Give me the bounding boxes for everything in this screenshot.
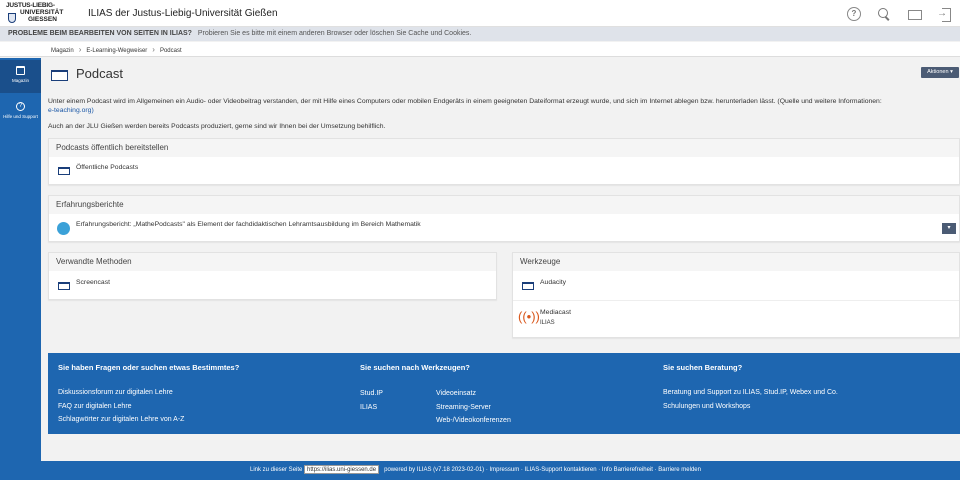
logo-line-1: JUSTUS-LIEBIG- bbox=[6, 2, 55, 9]
breadcrumb-item-current: Podcast bbox=[159, 48, 182, 54]
footer-links-b: Videoeinsatz Streaming-Server Web-/Video… bbox=[436, 387, 636, 428]
folder-icon bbox=[522, 282, 534, 290]
list-item-mediacast[interactable]: Mediacast bbox=[540, 309, 571, 316]
list-item-screencast[interactable]: Screencast bbox=[76, 279, 110, 286]
footer-heading: Sie suchen Beratung? bbox=[663, 363, 743, 372]
footer-link[interactable]: FAQ zur digitalen Lehre bbox=[58, 400, 348, 414]
footer-link[interactable]: Streaming-Server bbox=[436, 401, 636, 415]
divider bbox=[513, 300, 959, 301]
footer-link-accessibility[interactable]: Info Barrierefreiheit bbox=[602, 467, 653, 473]
screen-icon[interactable] bbox=[907, 7, 922, 21]
panel-reports: Erfahrungsberichte Erfahrungsbericht: „M… bbox=[48, 195, 960, 242]
footer-heading: Sie suchen nach Werkzeugen? bbox=[360, 363, 470, 372]
panel-related-methods: Verwandte Methoden Screencast bbox=[48, 252, 497, 300]
intro-text: Unter einem Podcast wird im Allgemeinen … bbox=[48, 98, 882, 105]
footer-column-questions: Sie haben Fragen oder suchen etwas Besti… bbox=[58, 353, 348, 427]
help-icon: ? bbox=[16, 102, 25, 111]
chevron-right-icon: › bbox=[78, 45, 82, 54]
breadcrumb-item-magazin[interactable]: Magazin bbox=[51, 48, 74, 54]
chevron-right-icon: › bbox=[152, 45, 155, 54]
e-teaching-link[interactable]: e-teaching.org) bbox=[48, 107, 94, 114]
footer-link[interactable]: Diskussionsforum zur digitalen Lehre bbox=[58, 386, 348, 400]
item-dropdown-button[interactable]: ▾ bbox=[942, 223, 956, 234]
mediacast-icon: ((•)) bbox=[518, 309, 540, 324]
sidebar-item-label: Hilfe und Support bbox=[3, 114, 38, 119]
site-title[interactable]: ILIAS der Justus-Liebig-Universität Gieß… bbox=[88, 8, 278, 19]
footer-link[interactable]: Schlagwörter zur digitalen Lehre von A-Z bbox=[58, 413, 348, 427]
university-logo[interactable]: JUSTUS-LIEBIG- UNIVERSITÄT GIESSEN bbox=[6, 2, 72, 24]
panel-title: Podcasts öffentlich bereitstellen bbox=[49, 139, 959, 157]
header-bar: JUSTUS-LIEBIG- UNIVERSITÄT GIESSEN ILIAS… bbox=[0, 0, 960, 27]
intro-paragraph-2: Auch an der JLU Gießen werden bereits Po… bbox=[48, 123, 386, 130]
actions-button[interactable]: Aktionen ▾ bbox=[921, 67, 959, 78]
page-title: Podcast bbox=[76, 66, 123, 81]
banner-text: Probieren Sie es bitte mit einem anderen… bbox=[197, 30, 472, 37]
bottom-bar: Link zu dieser Seite https://ilias.uni-g… bbox=[41, 461, 960, 480]
footer-link[interactable]: Videoeinsatz bbox=[436, 387, 636, 401]
list-item-public-podcasts[interactable]: Öffentliche Podcasts bbox=[76, 164, 138, 171]
list-item-mediacast-sub: ILIAS bbox=[540, 320, 555, 326]
sidebar-item-magazin[interactable]: Magazin bbox=[0, 60, 41, 93]
footer-link[interactable]: Web-/Videokonferenzen bbox=[436, 414, 636, 428]
globe-icon bbox=[57, 222, 70, 235]
footer-column-tools: Sie suchen nach Werkzeugen? Stud.IP ILIA… bbox=[360, 353, 650, 424]
footer-link[interactable]: ILIAS bbox=[360, 401, 420, 415]
panel-title: Erfahrungsberichte bbox=[49, 196, 959, 214]
calendar-folder-icon bbox=[58, 167, 70, 175]
list-item-report[interactable]: Erfahrungsbericht: „MathePodcasts" als E… bbox=[76, 221, 421, 228]
panel-tools: Werkzeuge Audacity ((•)) Mediacast ILIAS bbox=[512, 252, 960, 338]
intro-paragraph: Unter einem Podcast wird im Allgemeinen … bbox=[48, 97, 960, 115]
footer-link-report-barrier[interactable]: Barriere melden bbox=[658, 467, 701, 473]
list-item-audacity[interactable]: Audacity bbox=[540, 279, 566, 286]
login-icon[interactable] bbox=[937, 7, 951, 22]
footer-link[interactable]: Stud.IP bbox=[360, 387, 420, 401]
panel-title: Werkzeuge bbox=[513, 253, 959, 271]
footer-column-consulting: Sie suchen Beratung? Beratung und Suppor… bbox=[663, 353, 953, 413]
sidebar-item-help[interactable]: ? Hilfe und Support bbox=[0, 96, 41, 129]
permalink-input[interactable]: https://ilias.uni-giessen.de bbox=[304, 465, 380, 474]
sidebar-item-label: Magazin bbox=[11, 78, 29, 83]
main-sidebar: Magazin ? Hilfe und Support bbox=[0, 58, 41, 480]
folder-icon bbox=[58, 282, 70, 290]
banner-heading: PROBLEME BEIM BEARBEITEN VON SEITEN IN I… bbox=[8, 30, 192, 37]
breadcrumb-item-wegweiser[interactable]: E-Learning-Wegweiser bbox=[86, 48, 147, 54]
breadcrumb: Magazin › E-Learning-Wegweiser › Podcast bbox=[0, 42, 960, 57]
crest-icon bbox=[8, 13, 16, 23]
footer-heading: Sie haben Fragen oder suchen etwas Besti… bbox=[58, 363, 240, 372]
footer-link[interactable]: Schulungen und Workshops bbox=[663, 400, 953, 414]
panel-publish-podcasts: Podcasts öffentlich bereitstellen Öffent… bbox=[48, 138, 960, 185]
bank-icon bbox=[16, 66, 25, 75]
folder-icon bbox=[51, 70, 68, 81]
search-icon[interactable] bbox=[877, 7, 891, 21]
powered-by: powered by ILIAS (v7.18 2023-02-01) bbox=[384, 467, 485, 473]
footer-link-support[interactable]: ILIAS-Support kontaktieren bbox=[525, 467, 597, 473]
warning-banner: PROBLEME BEIM BEARBEITEN VON SEITEN IN I… bbox=[0, 27, 960, 41]
footer-link[interactable]: Beratung und Support zu ILIAS, Stud.IP, … bbox=[663, 386, 953, 400]
footer-link-impressum[interactable]: Impressum bbox=[490, 467, 520, 473]
panel-title: Verwandte Methoden bbox=[49, 253, 496, 271]
footer-links-a: Stud.IP ILIAS bbox=[360, 387, 420, 414]
permalink-label: Link zu dieser Seite bbox=[250, 467, 303, 473]
help-icon[interactable]: ? bbox=[847, 7, 861, 21]
help-footer-box: Sie haben Fragen oder suchen etwas Besti… bbox=[48, 353, 960, 434]
